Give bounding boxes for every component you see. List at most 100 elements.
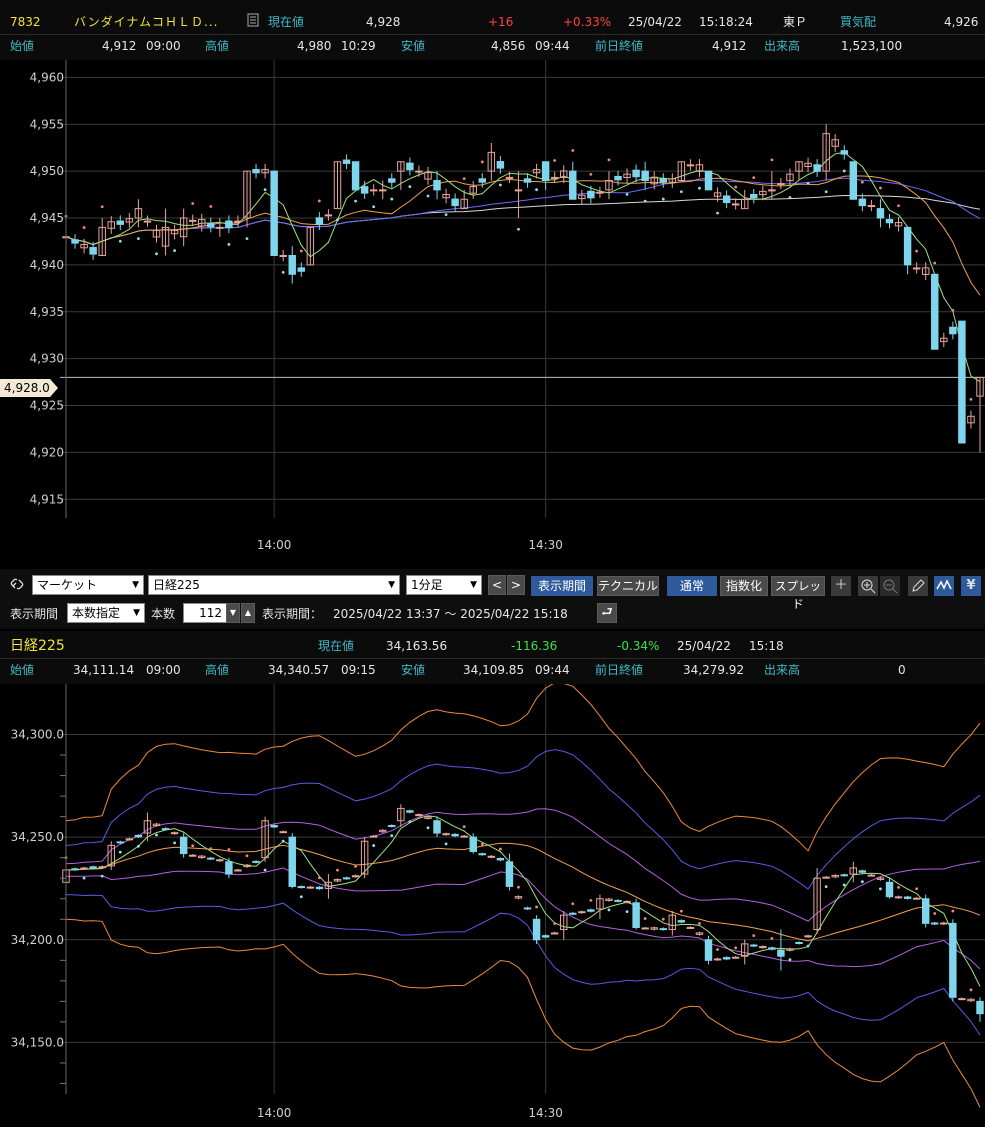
yen-icon[interactable]: ¥ <box>961 576 981 596</box>
sar-dot <box>879 887 882 891</box>
change-pct: +0.33% <box>563 15 612 29</box>
y-tick-label: 4,960 <box>30 70 64 84</box>
high-label: 高値 <box>205 39 230 53</box>
candle <box>550 176 559 179</box>
sar-dot <box>897 885 900 889</box>
candle <box>768 947 776 950</box>
candle <box>279 831 287 834</box>
candle <box>116 220 125 225</box>
sar-dot <box>589 898 593 902</box>
candle <box>415 170 423 173</box>
stock-header: 7832 バンダイナムコＨＬＤ... 現在値 4,928 +16 +0.33% … <box>0 0 985 60</box>
sar-dot <box>969 988 973 992</box>
prev-button[interactable]: < <box>488 575 506 595</box>
candle <box>89 247 97 255</box>
candle <box>369 189 378 192</box>
sar-dot <box>100 874 104 878</box>
sar-dot <box>245 854 249 858</box>
candle <box>958 998 966 1001</box>
symbol-select[interactable]: 日経225 ▼ <box>148 575 400 595</box>
count-mode-select[interactable]: 本数指定 ▼ <box>67 603 145 623</box>
stock-name[interactable]: バンダイナムコＨＬＤ... <box>74 14 218 30</box>
count-input[interactable]: 112 <box>183 603 227 623</box>
sar-dot <box>897 204 900 208</box>
draw-pen-icon[interactable] <box>908 576 928 596</box>
spread-button[interactable]: スプレッド <box>771 576 825 611</box>
sar-dot <box>571 902 575 906</box>
ma-mid-line <box>65 175 981 296</box>
sar-dot <box>535 905 538 909</box>
index-current-label: 現在値 <box>318 639 355 653</box>
candle <box>578 911 586 914</box>
index-chart[interactable]: 34,300.0 34,250.0 34,200.0 34,150.0 14:00 14:… <box>0 684 985 1127</box>
index-prev-value: 34,279.92 <box>683 663 745 677</box>
candle <box>931 922 939 925</box>
candle <box>750 193 758 199</box>
sar-dot <box>173 841 176 845</box>
y-tick-label: 4,935 <box>30 305 64 319</box>
candle <box>876 208 885 219</box>
candle <box>478 178 487 183</box>
candle <box>252 860 260 863</box>
market-select[interactable]: マーケット ▼ <box>32 575 144 595</box>
period-range-label: 表示期間： <box>262 607 323 621</box>
chart-wave-icon[interactable] <box>934 576 954 596</box>
bollinger-lower-1 <box>66 867 981 970</box>
document-icon[interactable] <box>247 13 259 31</box>
candle <box>885 219 894 224</box>
sar-dot <box>480 842 484 846</box>
candle <box>921 898 930 924</box>
candle <box>541 935 550 938</box>
change-value: +16 <box>488 15 514 29</box>
link-icon[interactable] <box>10 577 24 595</box>
sar-dot <box>209 205 213 208</box>
sar-dot <box>607 158 611 162</box>
index-prev-label: 前日終値 <box>595 663 644 677</box>
candle <box>523 178 532 183</box>
candle <box>179 836 188 855</box>
next-button[interactable]: > <box>507 575 525 595</box>
technical-button[interactable]: テクニカル <box>597 576 659 596</box>
zoom-in-icon[interactable] <box>858 576 878 596</box>
sar-dot <box>517 885 520 889</box>
y-tick-label: 4,930 <box>30 352 64 366</box>
x-tick-label: 14:30 <box>528 538 563 552</box>
sar-dot <box>426 826 430 830</box>
return-icon[interactable]: ⮐ <box>597 603 617 623</box>
normal-button[interactable]: 通常 <box>667 576 717 596</box>
add-icon[interactable]: ＋ <box>831 576 851 596</box>
candle <box>777 183 785 186</box>
index-button[interactable]: 指数化 <box>720 576 768 596</box>
candle <box>840 874 848 877</box>
count-up-button[interactable]: ▲ <box>241 603 255 623</box>
index-low-time: 09:44 <box>535 663 570 677</box>
candle <box>496 858 505 861</box>
stock-chart[interactable]: 4,960 4,955 4,950 4,945 4,940 4,935 4,930 4,925… <box>0 60 985 565</box>
period-select[interactable]: 1分足 ▼ <box>406 575 482 595</box>
candle <box>478 853 487 856</box>
sar-dot <box>354 864 357 868</box>
y-tick-label: 4,955 <box>30 117 64 131</box>
candle <box>188 854 197 857</box>
ma-short-line <box>65 151 981 383</box>
display-period-button[interactable]: 表示期間 <box>531 576 593 596</box>
sar-dot <box>118 850 122 854</box>
candle <box>89 866 97 869</box>
sar-dot <box>607 908 611 912</box>
sar-dot <box>698 186 701 190</box>
candle <box>686 164 695 167</box>
bollinger-upper-2 <box>65 749 981 890</box>
y-tick-label: 34,250.0 <box>11 830 64 844</box>
candle <box>225 861 233 875</box>
zoom-out-icon[interactable] <box>880 576 900 596</box>
candle <box>750 944 758 947</box>
quote-time: 15:18:24 <box>699 15 753 29</box>
sar-dot <box>227 848 231 851</box>
sar-dot <box>191 844 195 848</box>
prev-close-label: 前日終値 <box>595 39 644 53</box>
candle <box>71 868 79 871</box>
x-tick-label: 14:00 <box>257 538 292 552</box>
candle <box>804 935 812 938</box>
count-down-button[interactable]: ▼ <box>226 603 240 623</box>
candle <box>912 267 921 270</box>
